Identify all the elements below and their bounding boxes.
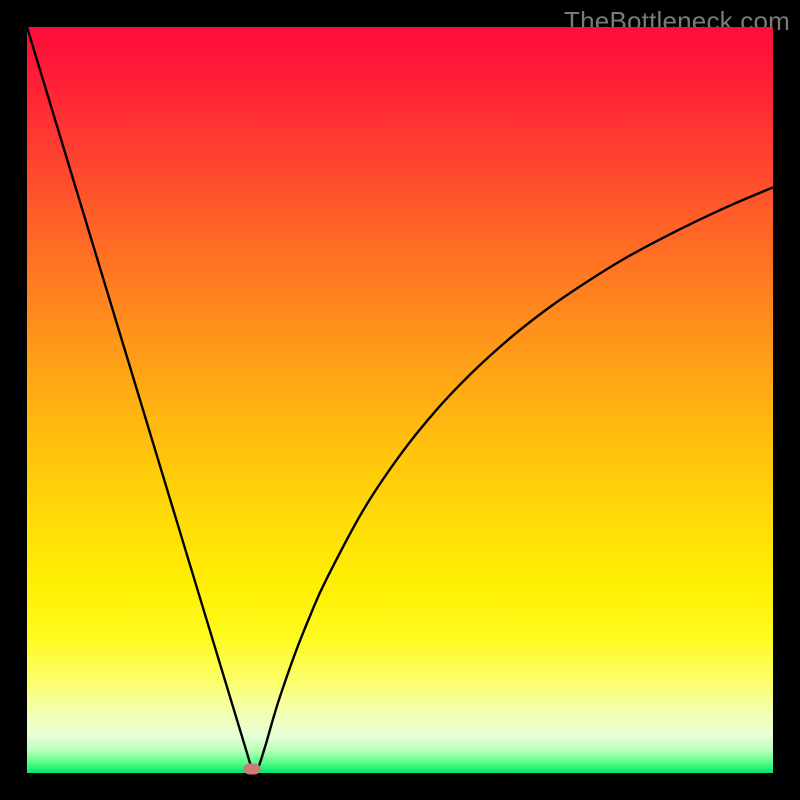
minimum-marker [244,763,261,774]
plot-area [27,27,773,773]
chart-frame: TheBottleneck.com [0,0,800,800]
curve-layer [27,27,773,773]
bottleneck-curve [27,27,773,772]
